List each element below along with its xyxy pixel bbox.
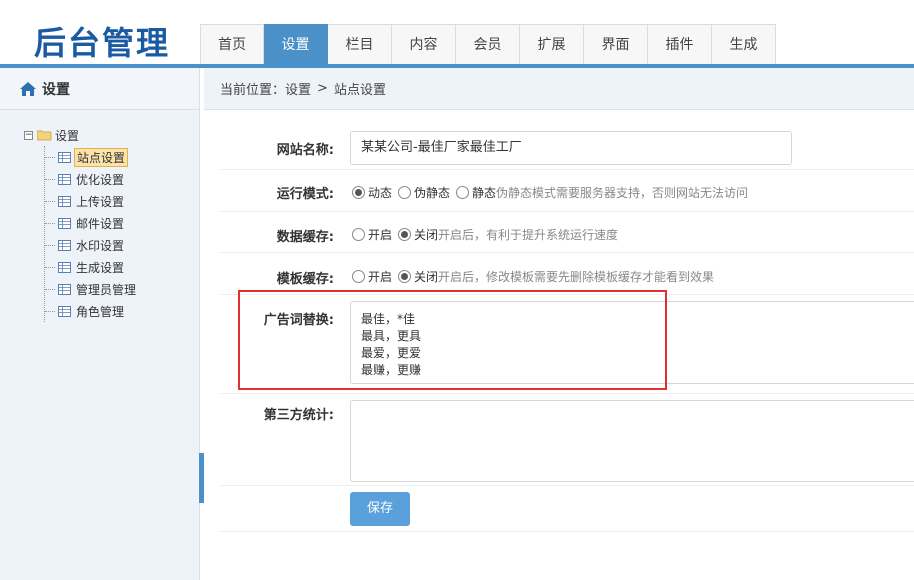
breadcrumb-settings[interactable]: 设置 [285, 79, 311, 98]
template-cache-option-label: 关闭 [414, 270, 439, 284]
sidebar-item-label: 管理员管理 [76, 282, 137, 297]
sidebar-item-seo-settings[interactable]: 优化设置 [45, 168, 199, 190]
tab-content[interactable]: 内容 [392, 24, 456, 64]
sidebar-item-label: 生成设置 [76, 260, 125, 275]
tab-columns[interactable]: 栏目 [328, 24, 392, 64]
run-mode-dynamic-radio[interactable] [352, 186, 365, 199]
template-cache-on-radio[interactable] [352, 270, 365, 283]
table-icon [58, 195, 71, 207]
breadcrumb-separator: > [317, 81, 328, 96]
highlight-box [238, 290, 667, 390]
table-icon [58, 151, 71, 163]
template-cache-hint: 开启后，修改模板需要先删除模板缓存才能看到效果 [438, 270, 715, 284]
sidebar-item-label: 上传设置 [76, 194, 125, 209]
row-third-party: 第三方统计: [220, 394, 914, 486]
sidebar-header: 设置 [0, 68, 199, 110]
row-run-mode: 运行模式: 动态 伪静态 静态 伪静态模式需要服务器支持，否则网站无法访问 [220, 170, 914, 212]
run-mode-option-label: 静态 [472, 186, 497, 200]
template-cache-off-radio[interactable] [398, 270, 412, 283]
sidebar-item-upload-settings[interactable]: 上传设置 [45, 190, 199, 212]
collapse-icon[interactable]: − [24, 130, 33, 140]
header: 后台管理 首页 设置 栏目 内容 会员 扩展 界面 插件 生成 [0, 0, 914, 68]
table-icon [58, 261, 71, 273]
data-cache-option-label: 开启 [368, 228, 393, 242]
data-cache-on-radio[interactable] [352, 228, 365, 241]
table-icon [58, 217, 71, 229]
tab-home[interactable]: 首页 [200, 24, 264, 64]
tab-plugins[interactable]: 插件 [648, 24, 712, 64]
template-cache-group: 开启 关闭 开启后，修改模板需要先删除模板缓存才能看到效果 [352, 268, 714, 285]
site-name-label: 网站名称: [276, 143, 334, 158]
sidebar-item-mail-settings[interactable]: 邮件设置 [45, 212, 199, 234]
sidebar-item-admin-management[interactable]: 管理员管理 [45, 278, 199, 300]
row-actions: 保存 [220, 486, 914, 532]
breadcrumb-prefix: 当前位置： [220, 83, 286, 98]
sidebar-item-generate-settings[interactable]: 生成设置 [45, 256, 199, 278]
sidebar-item-label: 角色管理 [76, 304, 125, 319]
sidebar-item-site-settings[interactable]: 站点设置 [45, 146, 199, 168]
run-mode-option-label: 伪静态 [414, 186, 451, 200]
sidebar-item-label: 站点设置 [74, 147, 129, 167]
third-party-textarea[interactable] [350, 400, 914, 482]
sidebar-item-label: 优化设置 [76, 172, 125, 187]
third-party-label: 第三方统计: [263, 408, 334, 423]
sidebar: 设置 − 设置 站点设置 优化设置 上传设置 邮件设置 水印设置 生成设置 管理… [0, 68, 200, 580]
tree-root[interactable]: − 设置 [24, 126, 199, 144]
data-cache-group: 开启 关闭 开启后，有利于提升系统运行速度 [352, 226, 618, 243]
tree-children: 站点设置 优化设置 上传设置 邮件设置 水印设置 生成设置 管理员管理 角色管理 [44, 146, 199, 322]
run-mode-static-radio[interactable] [456, 186, 470, 199]
row-data-cache: 数据缓存: 开启 关闭 开启后，有利于提升系统运行速度 [220, 212, 914, 253]
run-mode-label: 运行模式: [276, 187, 334, 202]
top-nav: 首页 设置 栏目 内容 会员 扩展 界面 插件 生成 [200, 24, 776, 64]
home-icon [20, 81, 36, 96]
folder-open-icon [37, 130, 52, 140]
data-cache-label: 数据缓存: [276, 230, 334, 245]
run-mode-option-label: 动态 [368, 186, 393, 200]
tab-generate[interactable]: 生成 [712, 24, 776, 64]
tab-settings[interactable]: 设置 [264, 24, 328, 64]
tree-root-label: 设置 [55, 128, 80, 143]
app-logo: 后台管理 [34, 24, 171, 62]
sidebar-title: 设置 [42, 81, 70, 98]
run-mode-pseudo-static-radio[interactable] [398, 186, 412, 199]
breadcrumb-site-settings: 站点设置 [333, 83, 386, 98]
template-cache-label: 模板缓存: [276, 272, 334, 287]
sidebar-item-label: 邮件设置 [76, 216, 125, 231]
template-cache-option-label: 开启 [368, 270, 393, 284]
run-mode-group: 动态 伪静态 静态 伪静态模式需要服务器支持，否则网站无法访问 [352, 184, 748, 201]
data-cache-hint: 开启后，有利于提升系统运行速度 [438, 228, 619, 242]
site-name-input[interactable]: 某某公司-最佳厂家最佳工厂 [350, 131, 792, 165]
tab-extensions[interactable]: 扩展 [520, 24, 584, 64]
table-icon [58, 283, 71, 295]
sidebar-item-label: 水印设置 [76, 238, 125, 253]
row-site-name: 网站名称: 某某公司-最佳厂家最佳工厂 [220, 123, 914, 170]
table-icon [58, 173, 71, 185]
sidebar-item-role-management[interactable]: 角色管理 [45, 300, 199, 322]
run-mode-hint: 伪静态模式需要服务器支持，否则网站无法访问 [496, 186, 749, 200]
save-button[interactable]: 保存 [350, 492, 410, 526]
table-icon [58, 305, 71, 317]
data-cache-option-label: 关闭 [414, 228, 439, 242]
tab-interface[interactable]: 界面 [584, 24, 648, 64]
settings-tree: − 设置 站点设置 优化设置 上传设置 邮件设置 水印设置 生成设置 管理员管理… [0, 110, 199, 322]
table-icon [58, 239, 71, 251]
breadcrumb: 当前位置： 设置 > 站点设置 [204, 68, 914, 110]
tab-members[interactable]: 会员 [456, 24, 520, 64]
row-template-cache: 模板缓存: 开启 关闭 开启后，修改模板需要先删除模板缓存才能看到效果 [220, 253, 914, 295]
sidebar-item-watermark-settings[interactable]: 水印设置 [45, 234, 199, 256]
data-cache-off-radio[interactable] [398, 228, 412, 241]
